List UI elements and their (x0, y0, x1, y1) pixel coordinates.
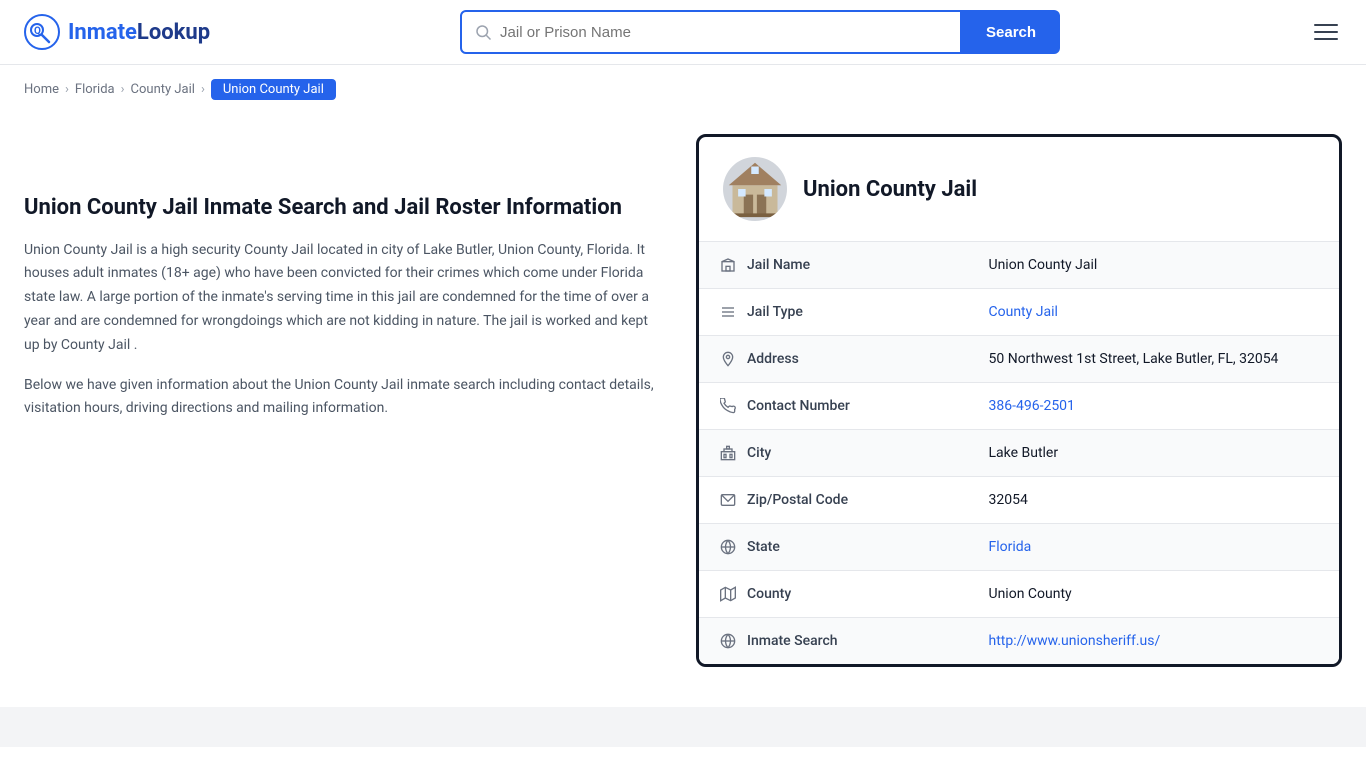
hamburger-menu-button[interactable] (1310, 20, 1342, 44)
label-jail-name: Jail Name (719, 256, 919, 274)
table-row: Zip/Postal Code 32054 (699, 477, 1339, 524)
web-icon (719, 632, 737, 650)
table-row: Jail Name Union County Jail (699, 242, 1339, 289)
label-inmate-search: Inmate Search (719, 632, 919, 650)
label-jail-type: Jail Type (719, 303, 919, 321)
list-icon (719, 303, 737, 321)
chevron-icon-2: › (121, 82, 125, 97)
phone-link[interactable]: 386-496-2501 (989, 398, 1075, 414)
table-row: County Union County (699, 571, 1339, 618)
page-description-1: Union County Jail is a high security Cou… (24, 239, 664, 358)
jail-avatar (723, 157, 787, 221)
logo-icon: Q (24, 14, 60, 50)
label-city: City (719, 444, 919, 462)
table-row: City Lake Butler (699, 430, 1339, 477)
info-card-header: Union County Jail (699, 137, 1339, 242)
breadcrumb-home[interactable]: Home (24, 82, 59, 97)
search-button[interactable]: Search (962, 10, 1060, 54)
search-icon (474, 23, 492, 41)
breadcrumb-florida[interactable]: Florida (75, 82, 115, 97)
label-county: County (719, 585, 919, 603)
info-card-title: Union County Jail (803, 177, 977, 202)
logo-text: InmateLookup (68, 20, 210, 45)
value-contact[interactable]: 386-496-2501 (969, 383, 1340, 430)
jail-type-link[interactable]: County Jail (989, 304, 1058, 320)
pin-icon (719, 350, 737, 368)
search-input-wrapper (460, 10, 962, 54)
main-content: Union County Jail Inmate Search and Jail… (0, 114, 1366, 707)
table-row: Jail Type County Jail (699, 289, 1339, 336)
label-address: Address (719, 350, 919, 368)
inmate-search-link[interactable]: http://www.unionsheriff.us/ (989, 633, 1161, 649)
search-bar: Search (460, 10, 1060, 54)
left-column: Union County Jail Inmate Search and Jail… (24, 134, 664, 667)
label-contact: Contact Number (719, 397, 919, 415)
table-row: Inmate Search http://www.unionsheriff.us… (699, 618, 1339, 665)
map-icon (719, 585, 737, 603)
svg-text:Q: Q (34, 26, 41, 37)
value-city: Lake Butler (969, 430, 1340, 477)
building-icon (719, 256, 737, 274)
value-inmate-search[interactable]: http://www.unionsheriff.us/ (969, 618, 1340, 665)
label-state: State (719, 538, 919, 556)
breadcrumb-active: Union County Jail (211, 79, 336, 100)
page-title: Union County Jail Inmate Search and Jail… (24, 194, 664, 223)
value-jail-type[interactable]: County Jail (969, 289, 1340, 336)
info-table: Jail Name Union County Jail Jail Type (699, 242, 1339, 664)
value-address: 50 Northwest 1st Street, Lake Butler, FL… (969, 336, 1340, 383)
site-header: Q InmateLookup Search (0, 0, 1366, 65)
table-row: Contact Number 386-496-2501 (699, 383, 1339, 430)
globe-icon (719, 538, 737, 556)
chevron-icon-1: › (65, 82, 69, 97)
city-icon (719, 444, 737, 462)
logo-link[interactable]: Q InmateLookup (24, 14, 210, 50)
footer (0, 707, 1366, 747)
jail-building-image (725, 159, 785, 219)
value-state[interactable]: Florida (969, 524, 1340, 571)
state-link[interactable]: Florida (989, 539, 1032, 555)
breadcrumb-county-jail[interactable]: County Jail (131, 82, 195, 97)
label-zip: Zip/Postal Code (719, 491, 919, 509)
table-row: State Florida (699, 524, 1339, 571)
breadcrumb: Home › Florida › County Jail › Union Cou… (0, 65, 1366, 114)
value-zip: 32054 (969, 477, 1340, 524)
table-row: Address 50 Northwest 1st Street, Lake Bu… (699, 336, 1339, 383)
page-description-2: Below we have given information about th… (24, 374, 664, 422)
phone-icon (719, 397, 737, 415)
value-county: Union County (969, 571, 1340, 618)
mail-icon (719, 491, 737, 509)
value-jail-name: Union County Jail (969, 242, 1340, 289)
search-input[interactable] (500, 24, 948, 41)
info-card: Union County Jail Jail Name Union County… (696, 134, 1342, 667)
chevron-icon-3: › (201, 82, 205, 97)
